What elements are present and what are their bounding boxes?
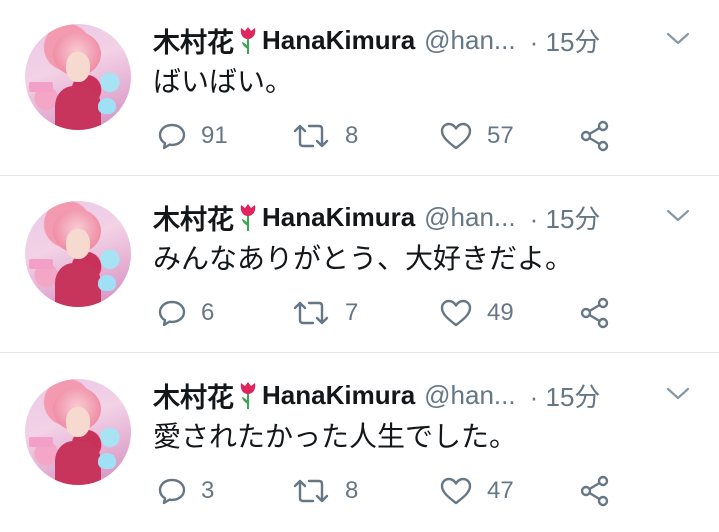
tweet-text: みんなありがとう、大好きだよ。 (153, 242, 574, 275)
display-name-latin[interactable]: HanaKimura (262, 25, 415, 56)
like-button[interactable]: 57 (439, 116, 514, 156)
reply-button[interactable]: 6 (157, 293, 214, 333)
retweet-button[interactable]: 8 (291, 116, 358, 156)
chevron-down-icon[interactable] (665, 383, 691, 403)
like-count: 47 (487, 477, 514, 504)
reply-icon (157, 476, 187, 506)
chevron-down-icon[interactable] (665, 205, 691, 225)
tweet[interactable]: 木村花 HanaKimura @han... · 15分 みんなありがとう、大好… (0, 177, 719, 353)
share-button[interactable] (579, 116, 611, 156)
display-name-latin[interactable]: HanaKimura (262, 380, 415, 411)
tweet-actions: 6 7 49 (153, 293, 633, 333)
username-handle[interactable]: @han... (424, 25, 515, 56)
reply-icon (157, 121, 187, 151)
tulip-icon (238, 202, 258, 232)
tweet-text: 愛されたかった人生でした。 (153, 420, 518, 453)
like-count: 49 (487, 299, 514, 326)
reply-button[interactable]: 91 (157, 116, 228, 156)
retweet-icon (291, 476, 331, 506)
timestamp[interactable]: · 15分 (530, 199, 601, 236)
timestamp[interactable]: · 15分 (530, 377, 601, 414)
display-name[interactable]: 木村花 (153, 376, 234, 415)
avatar[interactable] (25, 201, 131, 307)
share-icon (579, 120, 611, 152)
tweet[interactable]: 木村花 HanaKimura @han... · 15分 愛されたかった人生でし… (0, 355, 719, 531)
like-button[interactable]: 47 (439, 471, 514, 511)
avatar[interactable] (25, 24, 131, 130)
chevron-down-icon[interactable] (665, 28, 691, 48)
retweet-icon (291, 298, 331, 328)
tweet[interactable]: 木村花 HanaKimura @han... · 15分 ばいばい。 91 8 … (0, 0, 719, 176)
reply-count: 3 (201, 477, 215, 504)
tweet-header: 木村花 HanaKimura @han... · 15分 (153, 20, 707, 60)
reply-button[interactable]: 3 (157, 471, 214, 511)
heart-icon (439, 298, 473, 328)
retweet-button[interactable]: 7 (291, 293, 358, 333)
tulip-icon (238, 380, 258, 410)
reply-icon (157, 298, 187, 328)
reply-count: 6 (201, 299, 215, 326)
display-name-latin[interactable]: HanaKimura (262, 202, 415, 233)
tweet-header: 木村花 HanaKimura @han... · 15分 (153, 197, 707, 237)
timestamp[interactable]: · 15分 (530, 22, 601, 59)
display-name[interactable]: 木村花 (153, 21, 234, 60)
heart-icon (439, 476, 473, 506)
retweet-button[interactable]: 8 (291, 471, 358, 511)
retweet-count: 8 (345, 477, 359, 504)
tweet-header: 木村花 HanaKimura @han... · 15分 (153, 375, 707, 415)
username-handle[interactable]: @han... (424, 202, 515, 233)
retweet-count: 8 (345, 122, 359, 149)
retweet-count: 7 (345, 299, 359, 326)
heart-icon (439, 121, 473, 151)
reply-count: 91 (201, 122, 228, 149)
retweet-icon (291, 121, 331, 151)
tweet-feed: 木村花 HanaKimura @han... · 15分 ばいばい。 91 8 … (0, 0, 719, 532)
like-count: 57 (487, 122, 514, 149)
like-button[interactable]: 49 (439, 293, 514, 333)
username-handle[interactable]: @han... (424, 380, 515, 411)
share-icon (579, 475, 611, 507)
display-name[interactable]: 木村花 (153, 198, 234, 237)
tweet-text: ばいばい。 (153, 65, 294, 98)
share-button[interactable] (579, 293, 611, 333)
avatar[interactable] (25, 379, 131, 485)
share-icon (579, 297, 611, 329)
tweet-actions: 3 8 47 (153, 471, 633, 511)
tulip-icon (238, 25, 258, 55)
share-button[interactable] (579, 471, 611, 511)
tweet-actions: 91 8 57 (153, 116, 633, 156)
